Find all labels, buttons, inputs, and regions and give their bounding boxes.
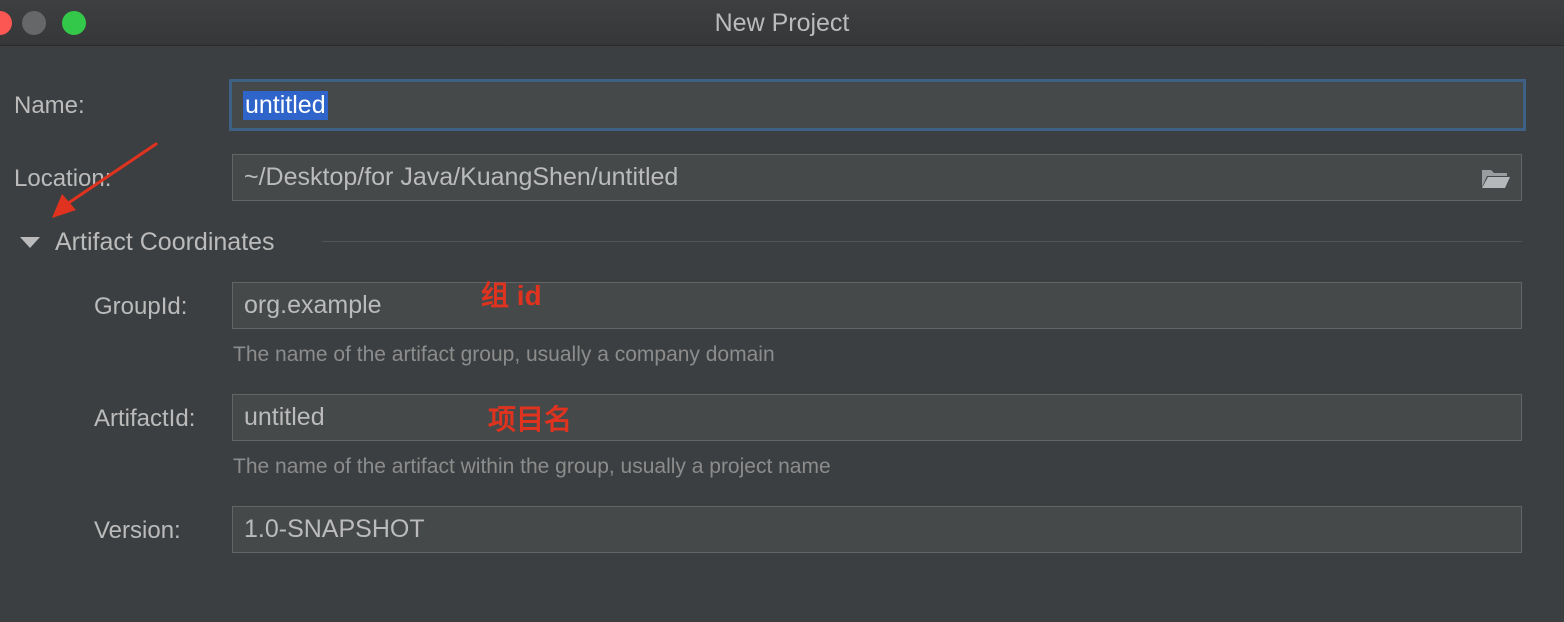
triangle-down-icon[interactable] [20,237,40,248]
name-label: Name: [14,92,85,119]
groupid-input-value: org.example [244,291,382,319]
artifactid-label: ArtifactId: [94,405,196,432]
groupid-input[interactable]: org.example [232,282,1522,329]
annotation-arrow-icon [52,142,158,218]
version-label: Version: [94,517,181,544]
artifactid-annotation: 项目名 [488,404,573,435]
artifactid-input[interactable]: untitled [232,394,1522,441]
name-input[interactable]: untitled [229,79,1526,131]
location-input-value: ~/Desktop/for Java/KuangShen/untitled [244,163,679,191]
location-input[interactable]: ~/Desktop/for Java/KuangShen/untitled [232,154,1522,201]
version-input-value: 1.0-SNAPSHOT [244,515,425,543]
groupid-label: GroupId: [94,293,188,320]
artifactid-hint: The name of the artifact within the grou… [233,455,831,478]
version-input[interactable]: 1.0-SNAPSHOT [232,506,1522,553]
groupid-hint: The name of the artifact group, usually … [233,343,775,366]
name-input-value: untitled [243,90,328,120]
window-title: New Project [714,9,850,37]
artifactid-input-value: untitled [244,403,325,431]
groupid-annotation: 组 id [481,280,542,311]
folder-icon[interactable] [1481,167,1511,189]
section-divider [322,241,1522,242]
new-project-dialog: New Project Name: untitled Location: ~/D… [0,0,1564,622]
title-bar: New Project [0,0,1564,46]
artifact-coordinates-toggle[interactable]: Artifact Coordinates [55,228,275,257]
